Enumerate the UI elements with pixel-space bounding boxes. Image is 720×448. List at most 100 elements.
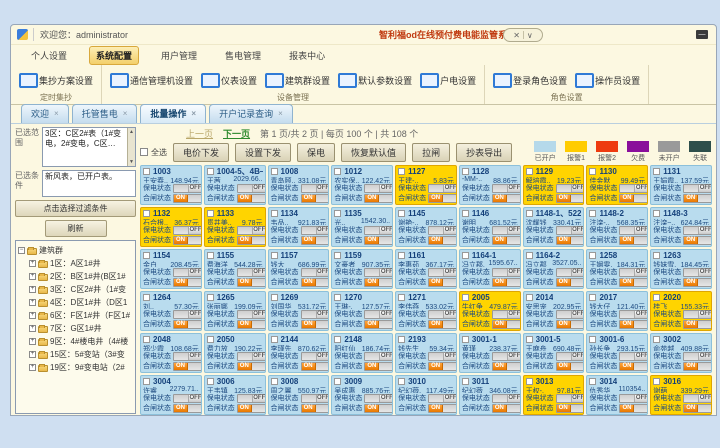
switch-toggle[interactable]: ON <box>173 404 202 413</box>
protect-toggle[interactable]: OFF <box>301 352 330 361</box>
menu-item-个人设置[interactable]: 个人设置 <box>25 47 73 64</box>
close-icon[interactable]: × <box>191 109 196 118</box>
card-checkbox[interactable] <box>653 336 660 343</box>
card-checkbox[interactable] <box>398 210 405 217</box>
card-checkbox[interactable] <box>589 378 596 385</box>
switch-toggle[interactable]: ON <box>619 236 648 245</box>
ribbon-button-集抄方案设置[interactable]: 集抄方案设置 <box>19 73 93 89</box>
protect-toggle[interactable]: OFF <box>683 352 712 361</box>
card-checkbox[interactable] <box>334 210 341 217</box>
switch-toggle[interactable]: ON <box>301 320 330 329</box>
card-checkbox[interactable] <box>526 378 533 385</box>
protect-toggle[interactable]: OFF <box>364 394 393 403</box>
card-checkbox[interactable] <box>271 252 278 259</box>
close-icon[interactable]: × <box>278 109 283 118</box>
popout-icon[interactable]: ✕ <box>513 31 520 40</box>
card-checkbox[interactable] <box>462 294 469 301</box>
protect-toggle[interactable]: OFF <box>301 310 330 319</box>
expand-icon[interactable]: + <box>29 260 36 267</box>
menu-item-售电管理[interactable]: 售电管理 <box>219 47 267 64</box>
chevron-down-icon[interactable]: ∨ <box>527 31 533 40</box>
card-checkbox[interactable] <box>589 210 596 217</box>
protect-toggle[interactable]: OFF <box>619 226 648 235</box>
card-checkbox[interactable] <box>526 336 533 343</box>
collapse-icon[interactable]: − <box>18 247 25 254</box>
card-checkbox[interactable] <box>207 336 214 343</box>
switch-toggle[interactable]: ON <box>301 404 330 413</box>
action-button-电价下发[interactable]: 电价下发 <box>173 143 229 162</box>
switch-toggle[interactable]: ON <box>556 236 585 245</box>
ribbon-button-登录角色设置[interactable]: 登录角色设置 <box>493 73 567 89</box>
ribbon-button-默认参数设置[interactable]: 默认参数设置 <box>338 73 412 89</box>
card-checkbox[interactable] <box>398 336 405 343</box>
switch-toggle[interactable]: ON <box>428 362 457 371</box>
selected-condition-box[interactable]: 新风表，已开户表。 <box>42 170 136 197</box>
card-checkbox[interactable] <box>143 210 150 217</box>
protect-toggle[interactable]: OFF <box>301 184 330 193</box>
protect-toggle[interactable]: OFF <box>237 394 266 403</box>
card-checkbox[interactable] <box>589 168 596 175</box>
switch-toggle[interactable]: ON <box>683 278 712 287</box>
card-checkbox[interactable] <box>334 378 341 385</box>
card-checkbox[interactable] <box>462 378 469 385</box>
scroll-up-icon[interactable]: ▲ <box>129 129 134 136</box>
card-checkbox[interactable] <box>143 252 150 259</box>
protect-toggle[interactable]: OFF <box>619 184 648 193</box>
action-button-抄表导出[interactable]: 抄表导出 <box>456 143 512 162</box>
card-checkbox[interactable] <box>526 210 533 217</box>
protect-toggle[interactable]: OFF <box>556 352 585 361</box>
ribbon-button-操作员设置[interactable]: 操作员设置 <box>575 73 640 89</box>
card-checkbox[interactable] <box>143 378 150 385</box>
switch-toggle[interactable]: ON <box>428 320 457 329</box>
protect-toggle[interactable]: OFF <box>364 352 393 361</box>
card-checkbox[interactable] <box>462 210 469 217</box>
switch-toggle[interactable]: ON <box>619 194 648 203</box>
expand-icon[interactable]: + <box>29 338 36 345</box>
protect-toggle[interactable]: OFF <box>492 226 521 235</box>
select-all-checkbox[interactable] <box>140 148 148 156</box>
scrollbar[interactable]: ▲▼ <box>127 128 135 166</box>
expand-icon[interactable]: + <box>29 351 36 358</box>
ribbon-button-建筑群设置[interactable]: 建筑群设置 <box>265 73 330 89</box>
protect-toggle[interactable]: OFF <box>428 352 457 361</box>
protect-toggle[interactable]: OFF <box>619 310 648 319</box>
ribbon-button-户电设置[interactable]: 户电设置 <box>420 73 476 89</box>
switch-toggle[interactable]: ON <box>683 194 712 203</box>
tree-item[interactable]: +9区：4#楼电井（4#楼 <box>18 335 133 348</box>
protect-toggle[interactable]: OFF <box>556 394 585 403</box>
tab-托管售电[interactable]: 托管售电× <box>72 104 138 123</box>
protect-toggle[interactable]: OFF <box>428 226 457 235</box>
card-checkbox[interactable] <box>653 210 660 217</box>
switch-toggle[interactable]: ON <box>556 278 585 287</box>
protect-toggle[interactable]: OFF <box>428 310 457 319</box>
card-checkbox[interactable] <box>271 210 278 217</box>
card-checkbox[interactable] <box>334 294 341 301</box>
ribbon-button-通信管理机设置[interactable]: 通信管理机设置 <box>110 73 193 89</box>
switch-toggle[interactable]: ON <box>492 194 521 203</box>
protect-toggle[interactable]: OFF <box>237 352 266 361</box>
switch-toggle[interactable]: ON <box>619 278 648 287</box>
card-checkbox[interactable] <box>526 252 533 259</box>
protect-toggle[interactable]: OFF <box>237 268 266 277</box>
tree-root[interactable]: −建筑群 <box>18 244 133 257</box>
switch-toggle[interactable]: ON <box>556 194 585 203</box>
switch-toggle[interactable]: ON <box>364 236 393 245</box>
protect-toggle[interactable]: OFF <box>556 226 585 235</box>
card-checkbox[interactable] <box>334 336 341 343</box>
protect-toggle[interactable]: OFF <box>619 352 648 361</box>
action-button-保电[interactable]: 保电 <box>297 143 335 162</box>
switch-toggle[interactable]: ON <box>556 320 585 329</box>
protect-toggle[interactable]: OFF <box>301 394 330 403</box>
switch-toggle[interactable]: ON <box>619 320 648 329</box>
protect-toggle[interactable]: OFF <box>428 394 457 403</box>
action-button-恢复默认值[interactable]: 恢复默认值 <box>341 143 406 162</box>
tab-批量操作[interactable]: 批量操作× <box>140 104 206 123</box>
protect-toggle[interactable]: OFF <box>619 394 648 403</box>
card-checkbox[interactable] <box>143 294 150 301</box>
switch-toggle[interactable]: ON <box>492 278 521 287</box>
card-checkbox[interactable] <box>271 336 278 343</box>
switch-toggle[interactable]: ON <box>619 404 648 413</box>
switch-toggle[interactable]: ON <box>301 278 330 287</box>
protect-toggle[interactable]: OFF <box>364 310 393 319</box>
switch-toggle[interactable]: ON <box>364 278 393 287</box>
